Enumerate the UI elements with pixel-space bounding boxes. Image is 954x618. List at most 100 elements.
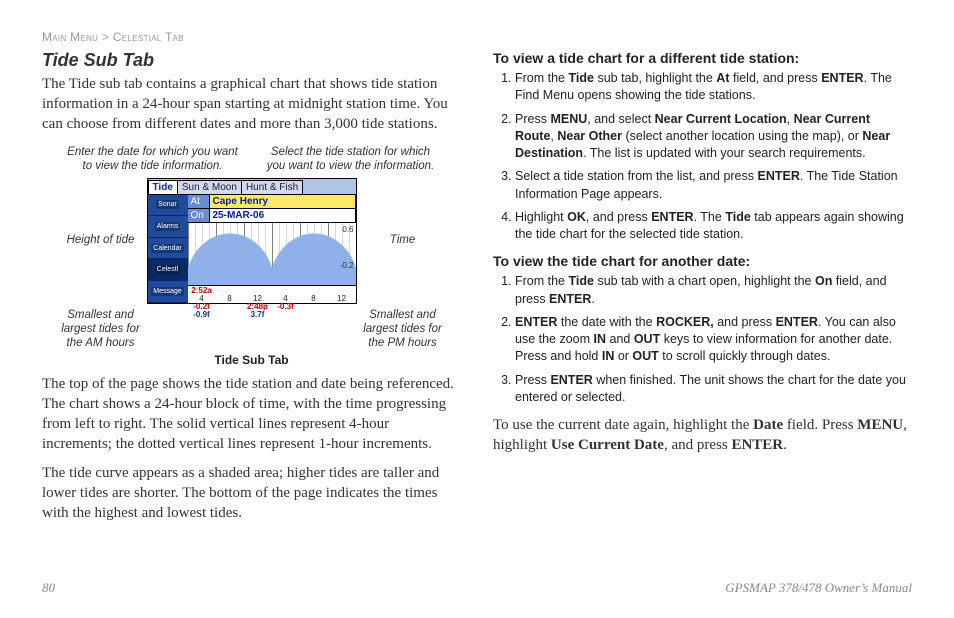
- steps-another-date: From the Tide sub tab with a chart open,…: [493, 273, 912, 406]
- callout-time: Time: [363, 233, 443, 247]
- callout-date: Enter the date for which you want to vie…: [63, 145, 243, 174]
- footer: 80 GPSMAP 378/478 Owner’s Manual: [42, 580, 912, 596]
- device-tabs: Tide Sun & Moon Hunt & Fish: [148, 179, 356, 195]
- step-bold: Near Other: [557, 129, 622, 143]
- step: Select a tide station from the list, and…: [515, 168, 912, 203]
- tail-bold: Date: [753, 417, 783, 433]
- step-bold: ENTER: [757, 169, 799, 183]
- tail-bold: Use Current Date: [551, 437, 664, 453]
- paragraph-2: The top of the page shows the tide stati…: [42, 375, 461, 455]
- tail-text: field. Press: [783, 417, 857, 433]
- side-celestial-label: Celestl: [155, 265, 180, 274]
- device-main: At Cape Henry On 25-MAR-06: [188, 195, 356, 303]
- step-bold: ENTER: [651, 210, 693, 224]
- callout-height: Height of tide: [61, 233, 141, 247]
- step-bold: ENTER: [821, 71, 863, 85]
- subhead-diff-station: To view a tide chart for a different tid…: [493, 50, 912, 66]
- tab-tide[interactable]: Tide: [148, 180, 178, 194]
- axis-lo: 3.7f: [251, 310, 265, 319]
- step-bold: IN: [602, 349, 615, 363]
- at-row: At Cape Henry: [188, 195, 356, 209]
- step: Press MENU, and select Near Current Loca…: [515, 111, 912, 163]
- axis-cell: 122:48p 3.7f: [244, 285, 272, 303]
- step-text: Select a tide station from the list, and…: [515, 169, 757, 183]
- step-bold: OK: [567, 210, 586, 224]
- step-text: . The list is updated with your search r…: [583, 146, 866, 160]
- axis-cell: 8: [300, 285, 328, 303]
- crumb-sep: >: [98, 30, 113, 44]
- step-bold: Tide: [725, 210, 750, 224]
- chart-wave: [188, 233, 356, 285]
- step-bold: OUT: [634, 332, 660, 346]
- steps-diff-station: From the Tide sub tab, highlight the At …: [493, 70, 912, 243]
- step-bold: ENTER: [549, 292, 591, 306]
- axis-cell: 2:52a4-0.2f -0.9f: [188, 285, 216, 303]
- step: Press ENTER when finished. The unit show…: [515, 372, 912, 407]
- tail-paragraph: To use the current date again, highlight…: [493, 416, 912, 456]
- figure: Enter the date for which you want to vie…: [42, 145, 461, 367]
- step-bold: Tide: [569, 274, 594, 288]
- ytick-mid: -0.2: [340, 261, 354, 270]
- callout-station: Select the tide station for which you wa…: [261, 145, 441, 174]
- ytick-top: 0.6: [342, 225, 353, 234]
- side-celestial[interactable]: Celestl: [148, 259, 188, 281]
- side-calendar[interactable]: Calendar: [148, 238, 188, 260]
- at-field[interactable]: Cape Henry: [210, 195, 356, 208]
- axis-cell: 4-0.3f: [272, 285, 300, 303]
- step-bold: ENTER: [550, 373, 592, 387]
- device-screenshot: Tide Sun & Moon Hunt & Fish Sonar Alarms…: [147, 178, 357, 304]
- step-text: (select another location using the map),…: [622, 129, 862, 143]
- section-title: Tide Sub Tab: [42, 50, 461, 71]
- side-message-label: Message: [151, 287, 183, 296]
- side-calendar-label: Calendar: [151, 244, 183, 253]
- step-text: or: [614, 349, 632, 363]
- tab-hunt-fish[interactable]: Hunt & Fish: [241, 180, 303, 194]
- on-field[interactable]: 25-MAR-06: [210, 209, 356, 222]
- crumb-main: Main Menu: [42, 30, 98, 44]
- axis-cell: 12: [328, 285, 356, 303]
- figure-top-callouts: Enter the date for which you want to vie…: [42, 145, 461, 174]
- tail-text: , and press: [664, 437, 732, 453]
- axis-cell: 8: [216, 285, 244, 303]
- step-bold: At: [716, 71, 729, 85]
- step: Highlight OK, and press ENTER. The Tide …: [515, 209, 912, 244]
- page-number: 80: [42, 580, 55, 596]
- step: ENTER the date with the ROCKER, and pres…: [515, 314, 912, 366]
- step-bold: MENU: [550, 112, 587, 126]
- step-text: to scroll quickly through dates.: [659, 349, 831, 363]
- side-message[interactable]: Message: [148, 281, 188, 303]
- step: From the Tide sub tab, highlight the At …: [515, 70, 912, 105]
- step-bold: ENTER: [515, 315, 557, 329]
- tail-bold: ENTER: [731, 437, 783, 453]
- device-frame: Tide Sun & Moon Hunt & Fish Sonar Alarms…: [147, 178, 357, 304]
- step: From the Tide sub tab with a chart open,…: [515, 273, 912, 308]
- side-sonar[interactable]: Sonar: [148, 195, 188, 217]
- axis-hi: -0.3f: [277, 302, 293, 311]
- callout-am: Smallest and largest tides for the AM ho…: [61, 308, 141, 351]
- paragraph-3: The tide curve appears as a shaded area;…: [42, 464, 461, 524]
- page: Main Menu > Celestial Tab Tide Sub Tab T…: [0, 0, 954, 618]
- step-text: Press: [515, 373, 550, 387]
- tail-text: .: [783, 437, 787, 453]
- step-text: sub tab, highlight the: [594, 71, 716, 85]
- step-text: Press: [515, 112, 550, 126]
- step-text: .: [591, 292, 594, 306]
- device-body: Sonar Alarms Calendar Celestl Message At: [148, 195, 356, 303]
- axis-lo: -0.9f: [193, 310, 209, 319]
- right-column: To view a tide chart for a different tid…: [493, 50, 912, 534]
- step-bold: OUT: [632, 349, 658, 363]
- manual-title: GPSMAP 378/478 Owner’s Manual: [725, 580, 912, 596]
- intro-paragraph: The Tide sub tab contains a graphical ch…: [42, 75, 461, 135]
- step-text: , and press: [586, 210, 651, 224]
- side-alarms-label: Alarms: [155, 222, 181, 231]
- step-bold: Tide: [569, 71, 594, 85]
- step-text: field, and press: [730, 71, 822, 85]
- axis-hour: 12: [337, 294, 346, 303]
- figure-row-top: Height of tide Tide Sun & Moon Hunt & Fi…: [42, 178, 461, 304]
- on-row: On 25-MAR-06: [188, 209, 356, 223]
- step-text: , and select: [587, 112, 654, 126]
- step-text: and press: [714, 315, 776, 329]
- tab-sun-moon[interactable]: Sun & Moon: [177, 180, 242, 194]
- side-alarms[interactable]: Alarms: [148, 216, 188, 238]
- columns: Tide Sub Tab The Tide sub tab contains a…: [42, 50, 912, 534]
